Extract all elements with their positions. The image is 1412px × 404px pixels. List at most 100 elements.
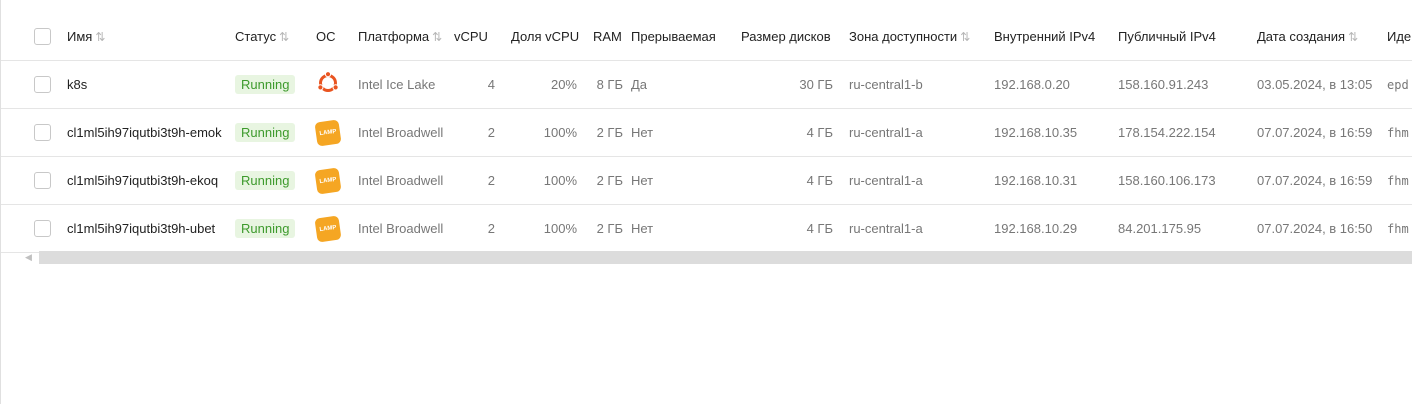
ram: 8 ГБ xyxy=(596,77,623,92)
select-all-checkbox[interactable] xyxy=(34,27,51,45)
vcpu-share: 100% xyxy=(543,125,577,140)
public-ip: 178.154.222.154 xyxy=(1118,125,1216,140)
os-cell: LAMP xyxy=(308,157,350,205)
sort-name-icon[interactable]: ⇅ xyxy=(95,30,105,44)
platform: Intel Broadwell xyxy=(358,125,444,140)
internal-ip: 192.168.10.29 xyxy=(994,221,1078,236)
status-cell: Running xyxy=(227,61,308,109)
lamp-icon: LAMP xyxy=(314,166,342,195)
vm-id: fhm xyxy=(1387,173,1409,188)
os-cell: LAMP xyxy=(308,109,350,157)
preemptible: Да xyxy=(631,77,648,92)
vm-name[interactable]: k8s xyxy=(51,61,227,109)
table-row[interactable]: cl1ml5ih97iqutbi3t9h-ekoq Running LAMP I… xyxy=(1,157,1412,205)
disk-size: 4 ГБ xyxy=(806,125,833,140)
row-select-cell xyxy=(1,61,51,109)
row-checkbox[interactable] xyxy=(34,172,51,190)
vm-table-container: Имя ⇅ Статус ⇅ ОС Платформа ⇅ vCPU Доля vCP… xyxy=(1,12,1412,253)
row-select-cell xyxy=(1,205,51,253)
ram: 2 ГБ xyxy=(596,125,623,140)
vm-id: epd xyxy=(1387,77,1409,92)
os-cell: LAMP xyxy=(308,205,350,253)
internal-ip: 192.168.10.31 xyxy=(994,173,1078,188)
public-ip: 158.160.91.243 xyxy=(1118,77,1209,92)
created-date: 07.07.2024, в 16:59 xyxy=(1257,173,1373,188)
zone: ru-central1-a xyxy=(849,173,923,188)
vm-name[interactable]: cl1ml5ih97iqutbi3t9h-ekoq xyxy=(51,157,227,205)
platform: Intel Broadwell xyxy=(358,173,444,188)
header-os[interactable]: ОС xyxy=(308,12,350,61)
header-internal-ip[interactable]: Внутренний IPv4 xyxy=(986,12,1110,61)
table-row[interactable]: k8s Running Intel Ice Lake 4 20% 8 ГБ Да… xyxy=(1,61,1412,109)
platform: Intel Ice Lake xyxy=(358,77,436,92)
sort-created-icon[interactable]: ⇅ xyxy=(1348,30,1358,44)
row-select-cell xyxy=(1,109,51,157)
vcpu-share: 100% xyxy=(543,173,577,188)
vm-name[interactable]: cl1ml5ih97iqutbi3t9h-emok xyxy=(51,109,227,157)
lamp-icon: LAMP xyxy=(314,214,342,243)
public-ip: 158.160.106.173 xyxy=(1118,173,1216,188)
preemptible: Нет xyxy=(631,125,654,140)
header-ram[interactable]: RAM xyxy=(585,12,631,61)
ram: 2 ГБ xyxy=(596,173,623,188)
header-vcpu-share[interactable]: Доля vCPU xyxy=(503,12,585,61)
header-platform[interactable]: Платформа ⇅ xyxy=(350,12,454,61)
vm-table: Имя ⇅ Статус ⇅ ОС Платформа ⇅ vCPU Доля vCP… xyxy=(1,12,1412,253)
zone: ru-central1-b xyxy=(849,77,923,92)
header-status[interactable]: Статус ⇅ xyxy=(227,12,308,61)
status-badge: Running xyxy=(235,75,296,94)
ram: 2 ГБ xyxy=(596,221,623,236)
vm-name[interactable]: cl1ml5ih97iqutbi3t9h-ubet xyxy=(51,205,227,253)
vm-id: fhm xyxy=(1387,125,1409,140)
preemptible: Нет xyxy=(631,221,654,236)
table-header-row: Имя ⇅ Статус ⇅ ОС Платформа ⇅ vCPU Доля vCP… xyxy=(1,12,1412,61)
lamp-icon: LAMP xyxy=(314,118,342,147)
scroll-left-arrow-icon[interactable]: ◀ xyxy=(25,251,35,263)
created-date: 07.07.2024, в 16:50 xyxy=(1257,221,1373,236)
ubuntu-icon xyxy=(316,71,340,98)
header-vcpu[interactable]: vCPU xyxy=(454,12,503,61)
disk-size: 4 ГБ xyxy=(806,221,833,236)
platform: Intel Broadwell xyxy=(358,221,444,236)
row-select-cell xyxy=(1,157,51,205)
sort-platform-icon[interactable]: ⇅ xyxy=(432,30,442,44)
vm-id: fhm xyxy=(1387,221,1409,236)
os-cell xyxy=(308,61,350,109)
disk-size: 4 ГБ xyxy=(806,173,833,188)
status-cell: Running xyxy=(227,157,308,205)
sort-zone-icon[interactable]: ⇅ xyxy=(960,30,970,44)
header-created[interactable]: Дата создания ⇅ xyxy=(1249,12,1379,61)
created-date: 07.07.2024, в 16:59 xyxy=(1257,125,1373,140)
vcpu: 2 xyxy=(487,221,495,236)
row-checkbox[interactable] xyxy=(34,76,51,94)
header-public-ip[interactable]: Публичный IPv4 xyxy=(1110,12,1249,61)
vcpu-share: 20% xyxy=(550,77,577,92)
row-checkbox[interactable] xyxy=(34,124,51,142)
vcpu: 4 xyxy=(487,77,495,92)
created-date: 03.05.2024, в 13:05 xyxy=(1257,77,1373,92)
status-badge: Running xyxy=(235,123,296,142)
internal-ip: 192.168.10.35 xyxy=(994,125,1078,140)
vcpu-share: 100% xyxy=(543,221,577,236)
disk-size: 30 ГБ xyxy=(799,77,833,92)
status-cell: Running xyxy=(227,109,308,157)
vcpu: 2 xyxy=(487,125,495,140)
preemptible: Нет xyxy=(631,173,654,188)
table-row[interactable]: cl1ml5ih97iqutbi3t9h-ubet Running LAMP I… xyxy=(1,205,1412,253)
internal-ip: 192.168.0.20 xyxy=(994,77,1070,92)
vcpu: 2 xyxy=(487,173,495,188)
public-ip: 84.201.175.95 xyxy=(1118,221,1202,236)
sort-status-icon[interactable]: ⇅ xyxy=(279,30,289,44)
status-cell: Running xyxy=(227,205,308,253)
zone: ru-central1-a xyxy=(849,221,923,236)
header-id[interactable]: Иде xyxy=(1379,12,1412,61)
status-badge: Running xyxy=(235,219,296,238)
header-zone[interactable]: Зона доступности ⇅ xyxy=(841,12,986,61)
row-checkbox[interactable] xyxy=(34,220,51,238)
horizontal-scrollbar[interactable] xyxy=(39,251,1412,264)
header-preemptible[interactable]: Прерываемая xyxy=(631,12,733,61)
header-name[interactable]: Имя ⇅ xyxy=(51,12,227,61)
zone: ru-central1-a xyxy=(849,125,923,140)
header-disk-size[interactable]: Размер дисков xyxy=(733,12,841,61)
table-row[interactable]: cl1ml5ih97iqutbi3t9h-emok Running LAMP I… xyxy=(1,109,1412,157)
